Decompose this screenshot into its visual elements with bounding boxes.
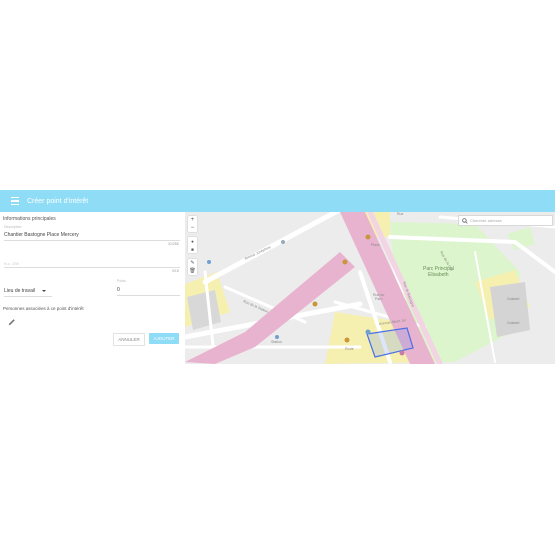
- delete-layer-button[interactable]: 🗑: [188, 267, 197, 275]
- street-label-parc2: Parc: [375, 297, 382, 301]
- poids-label: Poids: [117, 279, 126, 283]
- park-sublabel: Elisabeth: [428, 272, 449, 278]
- ecole-label: École: [345, 346, 354, 351]
- people-title: Personnes associées à ce point d'intérêt: [3, 306, 84, 311]
- poids-underline: [117, 295, 180, 296]
- draw-controls: ● ■: [188, 237, 197, 253]
- station-label: Station: [271, 340, 282, 344]
- building-label-2: Gosbert: [507, 321, 519, 325]
- description-underline: [4, 240, 180, 241]
- zoom-in-button[interactable]: +: [188, 216, 197, 224]
- add-button[interactable]: AJOUTER: [149, 333, 179, 344]
- description-counter: 31/255: [168, 242, 179, 246]
- map-search-input[interactable]: Chercher adresse: [458, 215, 553, 226]
- map-canvas[interactable]: Parc Principal Elisabeth Rue du Parc Ave…: [185, 212, 555, 364]
- map-search-placeholder: Chercher adresse: [470, 218, 502, 223]
- cancel-button[interactable]: ANNULER: [113, 333, 145, 346]
- building-label: Gosbert: [507, 297, 519, 301]
- menu-icon[interactable]: [11, 195, 25, 207]
- draw-polygon-button[interactable]: ■: [188, 245, 197, 253]
- secondary-counter: 0/15: [172, 269, 179, 273]
- chevron-down-icon: [42, 290, 47, 292]
- place-label: Place: [371, 243, 380, 247]
- edit-pencil-icon[interactable]: [8, 318, 16, 326]
- draw-point-button[interactable]: ●: [188, 237, 197, 245]
- map-view[interactable]: Parc Principal Elisabeth Rue du Parc Ave…: [185, 212, 555, 364]
- type-select[interactable]: Lieu de travail: [4, 288, 47, 294]
- zoom-controls: + −: [188, 216, 197, 232]
- secondary-underline: [4, 267, 180, 268]
- section-title: Informations principales: [3, 216, 56, 222]
- edit-layer-button[interactable]: ✎: [188, 259, 197, 267]
- description-field[interactable]: Chantier Bastogne Place Mercery: [4, 232, 79, 238]
- description-label: Description: [4, 225, 22, 229]
- type-select-value: Lieu de travail: [4, 288, 36, 294]
- page-title: Créer point d'intérêt: [27, 197, 89, 205]
- building-east: [490, 282, 530, 337]
- search-icon: [462, 217, 468, 224]
- poids-field[interactable]: 0: [117, 287, 120, 293]
- street-label-top: Rue: [397, 212, 403, 216]
- form-panel: Informations principales Description Cha…: [0, 212, 185, 364]
- edit-controls: ✎ 🗑: [188, 259, 197, 275]
- zoom-out-button[interactable]: −: [188, 224, 197, 232]
- secondary-field[interactable]: N.c. 259: [4, 261, 19, 266]
- type-select-underline: [4, 296, 52, 297]
- app-header: Créer point d'intérêt: [0, 190, 555, 212]
